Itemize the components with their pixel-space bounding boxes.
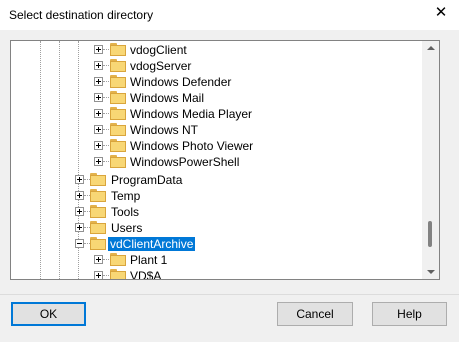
tree-item-tools[interactable]: Tools bbox=[11, 204, 411, 220]
expand-icon[interactable] bbox=[75, 191, 84, 200]
tree-item-vdsa[interactable]: VD$A bbox=[11, 268, 411, 280]
tree-item-vdogclient[interactable]: vdogClient bbox=[11, 42, 411, 58]
collapse-icon[interactable] bbox=[75, 239, 84, 248]
tree-item-label: vdogClient bbox=[130, 43, 187, 57]
tree-item-label: Temp bbox=[111, 189, 141, 203]
folder-open-icon bbox=[90, 237, 106, 250]
tree-item-label: vdogServer bbox=[130, 59, 192, 73]
tree-item-vdclientarchive[interactable]: vdClientArchive bbox=[11, 236, 411, 252]
tree-item-programdata[interactable]: ProgramData bbox=[11, 172, 411, 188]
folder-icon bbox=[90, 205, 106, 218]
close-icon[interactable]: ✕ bbox=[433, 5, 449, 21]
expand-icon[interactable] bbox=[94, 255, 103, 264]
tree-item-label: ProgramData bbox=[111, 173, 183, 187]
tree-item-windows-nt[interactable]: Windows NT bbox=[11, 122, 411, 138]
tree-item-label: Windows Media Player bbox=[130, 107, 253, 121]
scroll-up-icon[interactable] bbox=[427, 46, 435, 50]
folder-icon bbox=[110, 107, 126, 120]
tree-item-windowspowershell[interactable]: WindowsPowerShell bbox=[11, 154, 411, 170]
folder-icon bbox=[90, 189, 106, 202]
expand-icon[interactable] bbox=[75, 175, 84, 184]
tree-item-label: Tools bbox=[111, 205, 140, 219]
folder-icon bbox=[90, 173, 106, 186]
tree-item-label: VD$A bbox=[130, 269, 162, 280]
tree-item-plant-1[interactable]: Plant 1 bbox=[11, 252, 411, 268]
folder-icon bbox=[110, 139, 126, 152]
folder-icon bbox=[110, 59, 126, 72]
tree-item-label: Windows NT bbox=[130, 123, 199, 137]
folder-icon bbox=[110, 43, 126, 56]
tree-item-label: Windows Defender bbox=[130, 75, 232, 89]
folder-icon bbox=[110, 91, 126, 104]
folder-icon bbox=[110, 75, 126, 88]
expand-icon[interactable] bbox=[94, 93, 103, 102]
folder-icon bbox=[90, 221, 106, 234]
directory-tree[interactable]: vdogClient vdogServer Windows Defender W… bbox=[10, 40, 440, 280]
tree-item-label: WindowsPowerShell bbox=[130, 155, 240, 169]
tree-item-windows-photo-viewer[interactable]: Windows Photo Viewer bbox=[11, 138, 411, 154]
tree-item-temp[interactable]: Temp bbox=[11, 188, 411, 204]
expand-icon[interactable] bbox=[75, 207, 84, 216]
tree-item-label-selected: vdClientArchive bbox=[108, 237, 196, 251]
tree-item-vdogserver[interactable]: vdogServer bbox=[11, 58, 411, 74]
expand-icon[interactable] bbox=[94, 109, 103, 118]
vertical-scrollbar[interactable] bbox=[422, 41, 439, 279]
folder-icon bbox=[110, 269, 126, 279]
scroll-down-icon[interactable] bbox=[427, 270, 435, 274]
expand-icon[interactable] bbox=[94, 61, 103, 70]
tree-item-label: Users bbox=[111, 221, 143, 235]
tree-item-label: Windows Photo Viewer bbox=[130, 139, 254, 153]
cancel-button[interactable]: Cancel bbox=[277, 302, 353, 326]
expand-icon[interactable] bbox=[94, 45, 103, 54]
tree-item-label: Windows Mail bbox=[130, 91, 205, 105]
window-title: Select destination directory bbox=[9, 8, 154, 22]
title-bar: Select destination directory ✕ bbox=[0, 0, 459, 30]
folder-icon bbox=[110, 253, 126, 266]
expand-icon[interactable] bbox=[75, 223, 84, 232]
tree-item-windows-media-player[interactable]: Windows Media Player bbox=[11, 106, 411, 122]
tree-item-users[interactable]: Users bbox=[11, 220, 411, 236]
folder-icon bbox=[110, 123, 126, 136]
scrollbar-thumb[interactable] bbox=[428, 221, 432, 247]
help-button[interactable]: Help bbox=[372, 302, 447, 326]
expand-icon[interactable] bbox=[94, 271, 103, 279]
expand-icon[interactable] bbox=[94, 125, 103, 134]
tree-item-windows-defender[interactable]: Windows Defender bbox=[11, 74, 411, 90]
ok-button[interactable]: OK bbox=[11, 302, 86, 326]
expand-icon[interactable] bbox=[94, 157, 103, 166]
tree-item-windows-mail[interactable]: Windows Mail bbox=[11, 90, 411, 106]
expand-icon[interactable] bbox=[94, 77, 103, 86]
tree-item-label: Plant 1 bbox=[130, 253, 168, 267]
expand-icon[interactable] bbox=[94, 141, 103, 150]
folder-icon bbox=[110, 155, 126, 168]
